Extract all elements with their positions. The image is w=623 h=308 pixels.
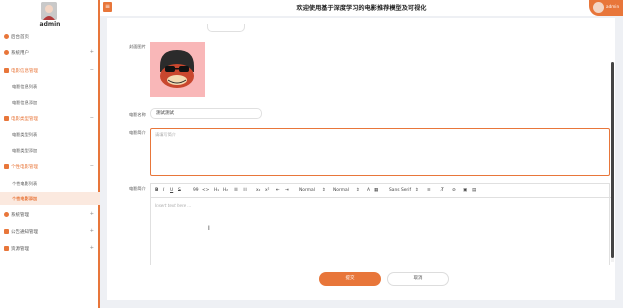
submit-button[interactable]: 提交 — [319, 272, 381, 286]
expand-icon: + — [89, 245, 94, 251]
background-color-icon[interactable]: ▦ — [374, 188, 378, 193]
scrollbar-thumb[interactable] — [611, 62, 614, 258]
user-menu[interactable]: admin — [589, 0, 623, 16]
rich-text-editor[interactable]: B I U S 99 <> H₁ H₂ ☰ ☷ x₂ x² ⇤ ⇥ Normal… — [150, 183, 611, 265]
sidebar-item-dashboard[interactable]: 后台首页 — [0, 30, 100, 44]
h1-button[interactable]: H₁ — [214, 188, 219, 193]
expand-icon: + — [89, 228, 94, 234]
home-icon — [4, 34, 9, 39]
bold-button[interactable]: B — [155, 188, 158, 193]
editor-toolbar: B I U S 99 <> H₁ H₂ ☰ ☷ x₂ x² ⇤ ⇥ Normal… — [151, 184, 611, 198]
underline-button[interactable]: U — [170, 188, 173, 193]
subscript-button[interactable]: x₂ — [256, 188, 260, 193]
sidebar-item-resources[interactable]: 资源管理 + — [0, 242, 100, 256]
code-button[interactable]: <> — [202, 188, 209, 193]
sidebar-username: admin — [39, 21, 61, 28]
sidebar-sub-movie-list[interactable]: 电影信息列表 — [0, 80, 100, 93]
description-textarea[interactable]: 请填写简介 — [150, 128, 610, 176]
collapse-icon: − — [89, 163, 94, 169]
sidebar-item-system-manage[interactable]: 系统管理 + — [0, 208, 100, 222]
sidebar-sub-type-add[interactable]: 电影类型添加 — [0, 144, 100, 157]
page-title: 欢迎使用基于深度学习的电影推荐模型及可视化 — [296, 5, 427, 12]
text-size-select[interactable]: Normal — [299, 188, 315, 193]
outdent-button[interactable]: ⇥ — [285, 188, 289, 193]
grid-icon — [4, 246, 9, 251]
italic-button[interactable]: I — [163, 188, 164, 193]
dropdown-icon[interactable]: ⇕ — [322, 188, 326, 193]
sidebar-item-personal-movie[interactable]: 个性电影管理 − — [0, 160, 100, 174]
previous-field[interactable] — [207, 24, 245, 32]
collapse-icon: − — [89, 67, 94, 73]
indent-button[interactable]: ⇤ — [276, 188, 280, 193]
grid-icon — [4, 68, 9, 73]
detail-label: 电影简介 — [129, 186, 146, 191]
sidebar-item-movie-type[interactable]: 电影类型管理 − — [0, 112, 100, 126]
cover-label: 封面图片 — [129, 44, 146, 49]
settings-icon — [4, 212, 9, 217]
expand-icon: + — [89, 211, 94, 217]
sidebar-item-notice[interactable]: 公告通知管理 + — [0, 225, 100, 239]
h2-button[interactable]: H₂ — [223, 188, 228, 193]
grid-icon — [4, 164, 9, 169]
grid-icon — [4, 229, 9, 234]
cancel-button[interactable]: 取消 — [387, 272, 449, 286]
sidebar-sub-movie-add[interactable]: 电影信息添加 — [0, 96, 100, 109]
video-icon[interactable]: ▤ — [472, 188, 476, 193]
expand-icon: + — [89, 49, 94, 55]
bullet-list-icon[interactable]: ☷ — [243, 188, 247, 193]
sidebar-item-movie-info[interactable]: 电影信息管理 − — [0, 64, 100, 78]
form-panel: 封面图片 电影名称 测试测试 电影简介 请填写简介 电影简介 B I U S 9… — [107, 18, 615, 300]
sidebar: admin 后台首页 系统用户 + 电影信息管理 − 电影信息列表 电影信息添加… — [0, 0, 100, 308]
sidebar-sub-personal-list[interactable]: 个性电影列表 — [0, 177, 100, 190]
user-icon — [4, 50, 9, 55]
text-color-button[interactable]: A — [367, 188, 370, 193]
editor-placeholder: Insert text here ... — [155, 203, 192, 208]
quote-button[interactable]: 99 — [193, 188, 199, 193]
strike-button[interactable]: S — [178, 188, 181, 193]
grid-icon — [4, 116, 9, 121]
name-label: 电影名称 — [129, 112, 146, 117]
top-bar: ≡ 欢迎使用基于深度学习的电影推荐模型及可视化 admin — [100, 0, 623, 16]
dropdown-icon[interactable]: ⇕ — [415, 188, 419, 193]
description-label: 电影简介 — [129, 130, 146, 135]
link-icon[interactable]: ⊘ — [452, 188, 456, 193]
align-icon[interactable]: ≡ — [427, 188, 431, 193]
text-cursor-icon: I — [208, 225, 210, 232]
font-select[interactable]: Sans Serif — [389, 188, 411, 193]
cover-image[interactable] — [150, 42, 205, 97]
sidebar-avatar — [41, 2, 57, 20]
image-icon[interactable]: ▣ — [463, 188, 467, 193]
sidebar-item-system-users[interactable]: 系统用户 + — [0, 46, 100, 60]
name-input[interactable]: 测试测试 — [150, 108, 262, 119]
sidebar-sub-personal-add[interactable]: 个性电影添加 — [0, 192, 100, 205]
clear-format-icon[interactable]: T̸ — [441, 188, 444, 193]
collapse-icon: − — [89, 115, 94, 121]
superscript-button[interactable]: x² — [265, 188, 269, 193]
heading-select[interactable]: Normal — [333, 188, 349, 193]
ordered-list-icon[interactable]: ☰ — [234, 188, 238, 193]
avatar — [593, 2, 604, 13]
dropdown-icon[interactable]: ⇕ — [356, 188, 360, 193]
sidebar-sub-type-list[interactable]: 电影类型列表 — [0, 128, 100, 141]
